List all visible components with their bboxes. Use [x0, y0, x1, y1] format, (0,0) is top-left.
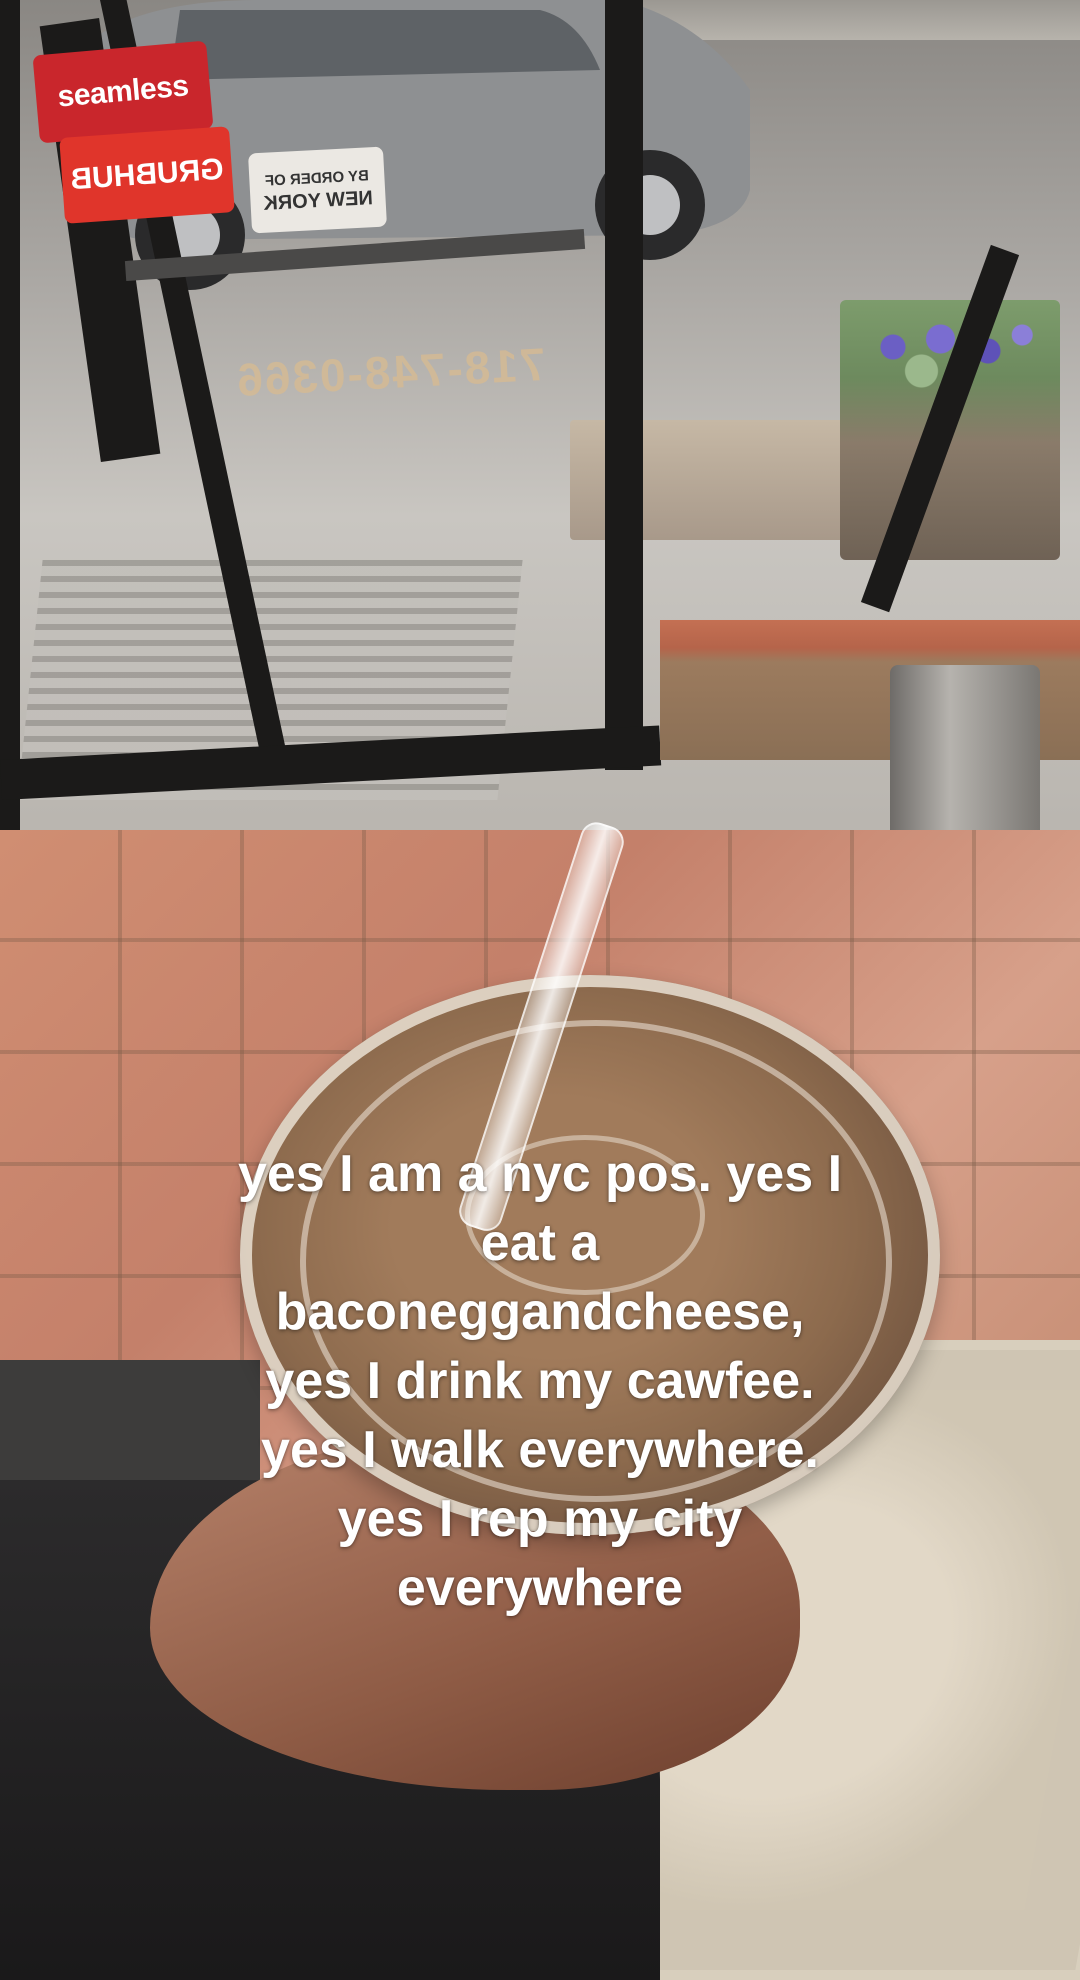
grubhub-decal: GRUBHUB: [59, 126, 235, 224]
caption-line: baconeggandcheese,: [275, 1283, 805, 1341]
caption-overlay: yes I am a nyc pos. yes I eat a baconegg…: [60, 1140, 1020, 1623]
caption-line: yes I drink my cawfee.: [265, 1352, 815, 1410]
caption-line: yes I walk everywhere.: [261, 1421, 819, 1479]
nyc-sticker: BY ORDER OF NEW YORK: [247, 146, 388, 234]
window-mullion: [605, 0, 643, 770]
caption-line: eat a: [480, 1214, 600, 1272]
door-frame-left: [0, 0, 20, 860]
caption-line: yes I rep my city: [337, 1490, 743, 1548]
caption-line: yes I am a nyc pos. yes I: [237, 1145, 843, 1203]
seamless-decal: seamless: [32, 40, 214, 144]
photo-scene: seamless GRUBHUB BY ORDER OF NEW YORK 71…: [0, 0, 1080, 1980]
trash-can: [890, 665, 1040, 845]
caption-line: everywhere: [396, 1559, 684, 1617]
